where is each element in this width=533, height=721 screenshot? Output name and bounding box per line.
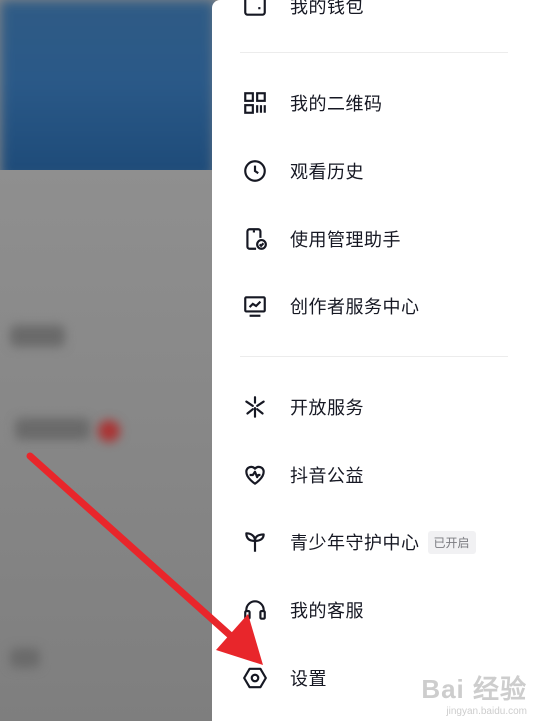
background-blur-text (10, 325, 65, 347)
watermark-brand: Bai 经验 (421, 674, 527, 704)
phone-check-icon (240, 224, 270, 254)
divider (240, 52, 508, 53)
status-badge: 已开启 (427, 530, 476, 554)
menu-item-open-services[interactable]: 开放服务 (240, 383, 510, 431)
headset-icon (240, 595, 270, 625)
menu-item-usage-manager[interactable]: 使用管理助手 (240, 215, 510, 263)
background-blur-badge (98, 420, 120, 442)
menu-item-label: 我的二维码 (290, 94, 383, 115)
menu-item-youth-mode[interactable]: 青少年守护中心 已开启 (240, 518, 510, 566)
menu-item-label: 观看历史 (290, 162, 364, 183)
menu-item-customer-service[interactable]: 我的客服 (240, 586, 510, 634)
watermark: Bai 经验 jingyan.baidu.com (421, 669, 527, 717)
menu-item-wallet[interactable]: 我的钱包 (240, 0, 510, 30)
divider (240, 356, 508, 357)
menu-item-qrcode[interactable]: 我的二维码 (240, 79, 510, 127)
menu-item-label: 创作者服务中心 (290, 297, 420, 318)
menu-item-label: 我的钱包 (290, 0, 364, 18)
wallet-icon (240, 0, 270, 21)
watermark-site: jingyan.baidu.com (446, 706, 527, 717)
monitor-chart-icon (240, 291, 270, 321)
menu-item-history[interactable]: 观看历史 (240, 147, 510, 195)
qrcode-icon (240, 88, 270, 118)
menu-item-label: 青少年守护中心 (290, 533, 420, 554)
background-header (0, 0, 215, 180)
background-dim-overlay (0, 170, 215, 721)
menu-item-creator-center[interactable]: 创作者服务中心 (240, 282, 510, 330)
menu-item-charity[interactable]: 抖音公益 (240, 451, 510, 499)
hexagon-gear-icon (240, 663, 270, 693)
menu-item-label: 设置 (290, 669, 327, 690)
menu-item-label: 抖音公益 (290, 466, 364, 487)
menu-item-label: 使用管理助手 (290, 230, 401, 251)
menu-item-label: 开放服务 (290, 398, 364, 419)
sparkle-icon (240, 392, 270, 422)
background-blur-text (10, 648, 40, 668)
sprout-icon (240, 527, 270, 557)
menu-item-label: 我的客服 (290, 601, 364, 622)
background-blur-text (15, 418, 90, 440)
heart-icon (240, 460, 270, 490)
clock-icon (240, 156, 270, 186)
background-app-blurred (0, 0, 215, 721)
